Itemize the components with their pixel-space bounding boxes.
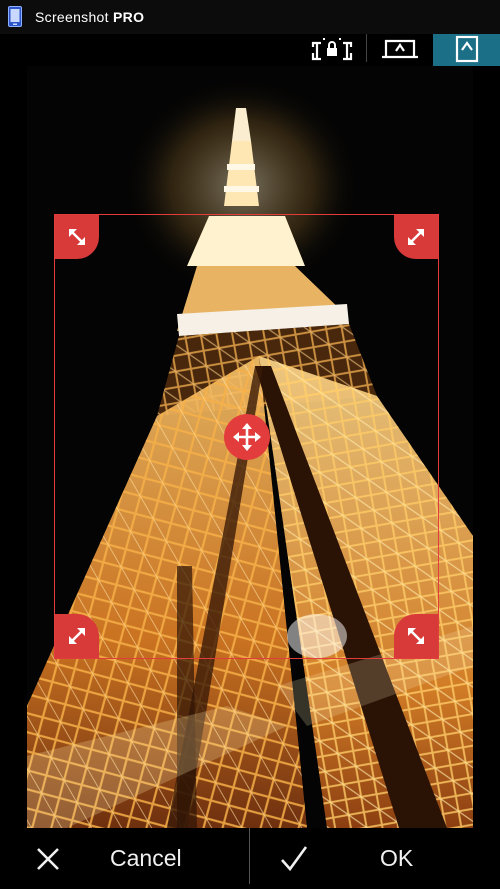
status-bar: Screenshot PRO [0, 0, 500, 34]
ok-label: OK [380, 845, 414, 871]
resize-handle-bottom-left[interactable] [55, 614, 99, 658]
resize-top-right-icon [408, 229, 424, 245]
action-bar: Cancel OK [0, 828, 500, 889]
app-title: Screenshot PRO [35, 9, 144, 25]
resize-top-left-icon [69, 229, 85, 245]
resize-handle-top-left[interactable] [55, 215, 99, 259]
app-title-regular: Screenshot [35, 9, 114, 25]
crop-toolbar [0, 34, 500, 66]
resize-handle-bottom-right[interactable] [394, 614, 438, 658]
crop-free-button[interactable] [372, 34, 428, 66]
ok-button[interactable]: OK [278, 828, 488, 889]
crop-free-icon [382, 39, 418, 59]
crop-portrait-button[interactable] [433, 34, 500, 66]
resize-handle-top-right[interactable] [394, 215, 438, 259]
crop-lock-button[interactable] [302, 34, 362, 66]
toolbar-divider [366, 34, 367, 62]
move-icon [233, 423, 261, 451]
crop-portrait-icon [455, 35, 478, 63]
move-handle[interactable] [224, 414, 270, 460]
resize-bottom-right-icon [408, 628, 424, 644]
app-icon [8, 6, 22, 27]
action-bar-divider [249, 828, 250, 884]
crop-lock-icon [311, 38, 353, 61]
checkmark-icon [281, 845, 308, 871]
app-title-bold: PRO [113, 9, 145, 25]
close-icon [37, 847, 59, 870]
cancel-button[interactable]: Cancel [28, 828, 238, 889]
resize-bottom-left-icon [69, 628, 85, 644]
cancel-label: Cancel [110, 845, 182, 871]
